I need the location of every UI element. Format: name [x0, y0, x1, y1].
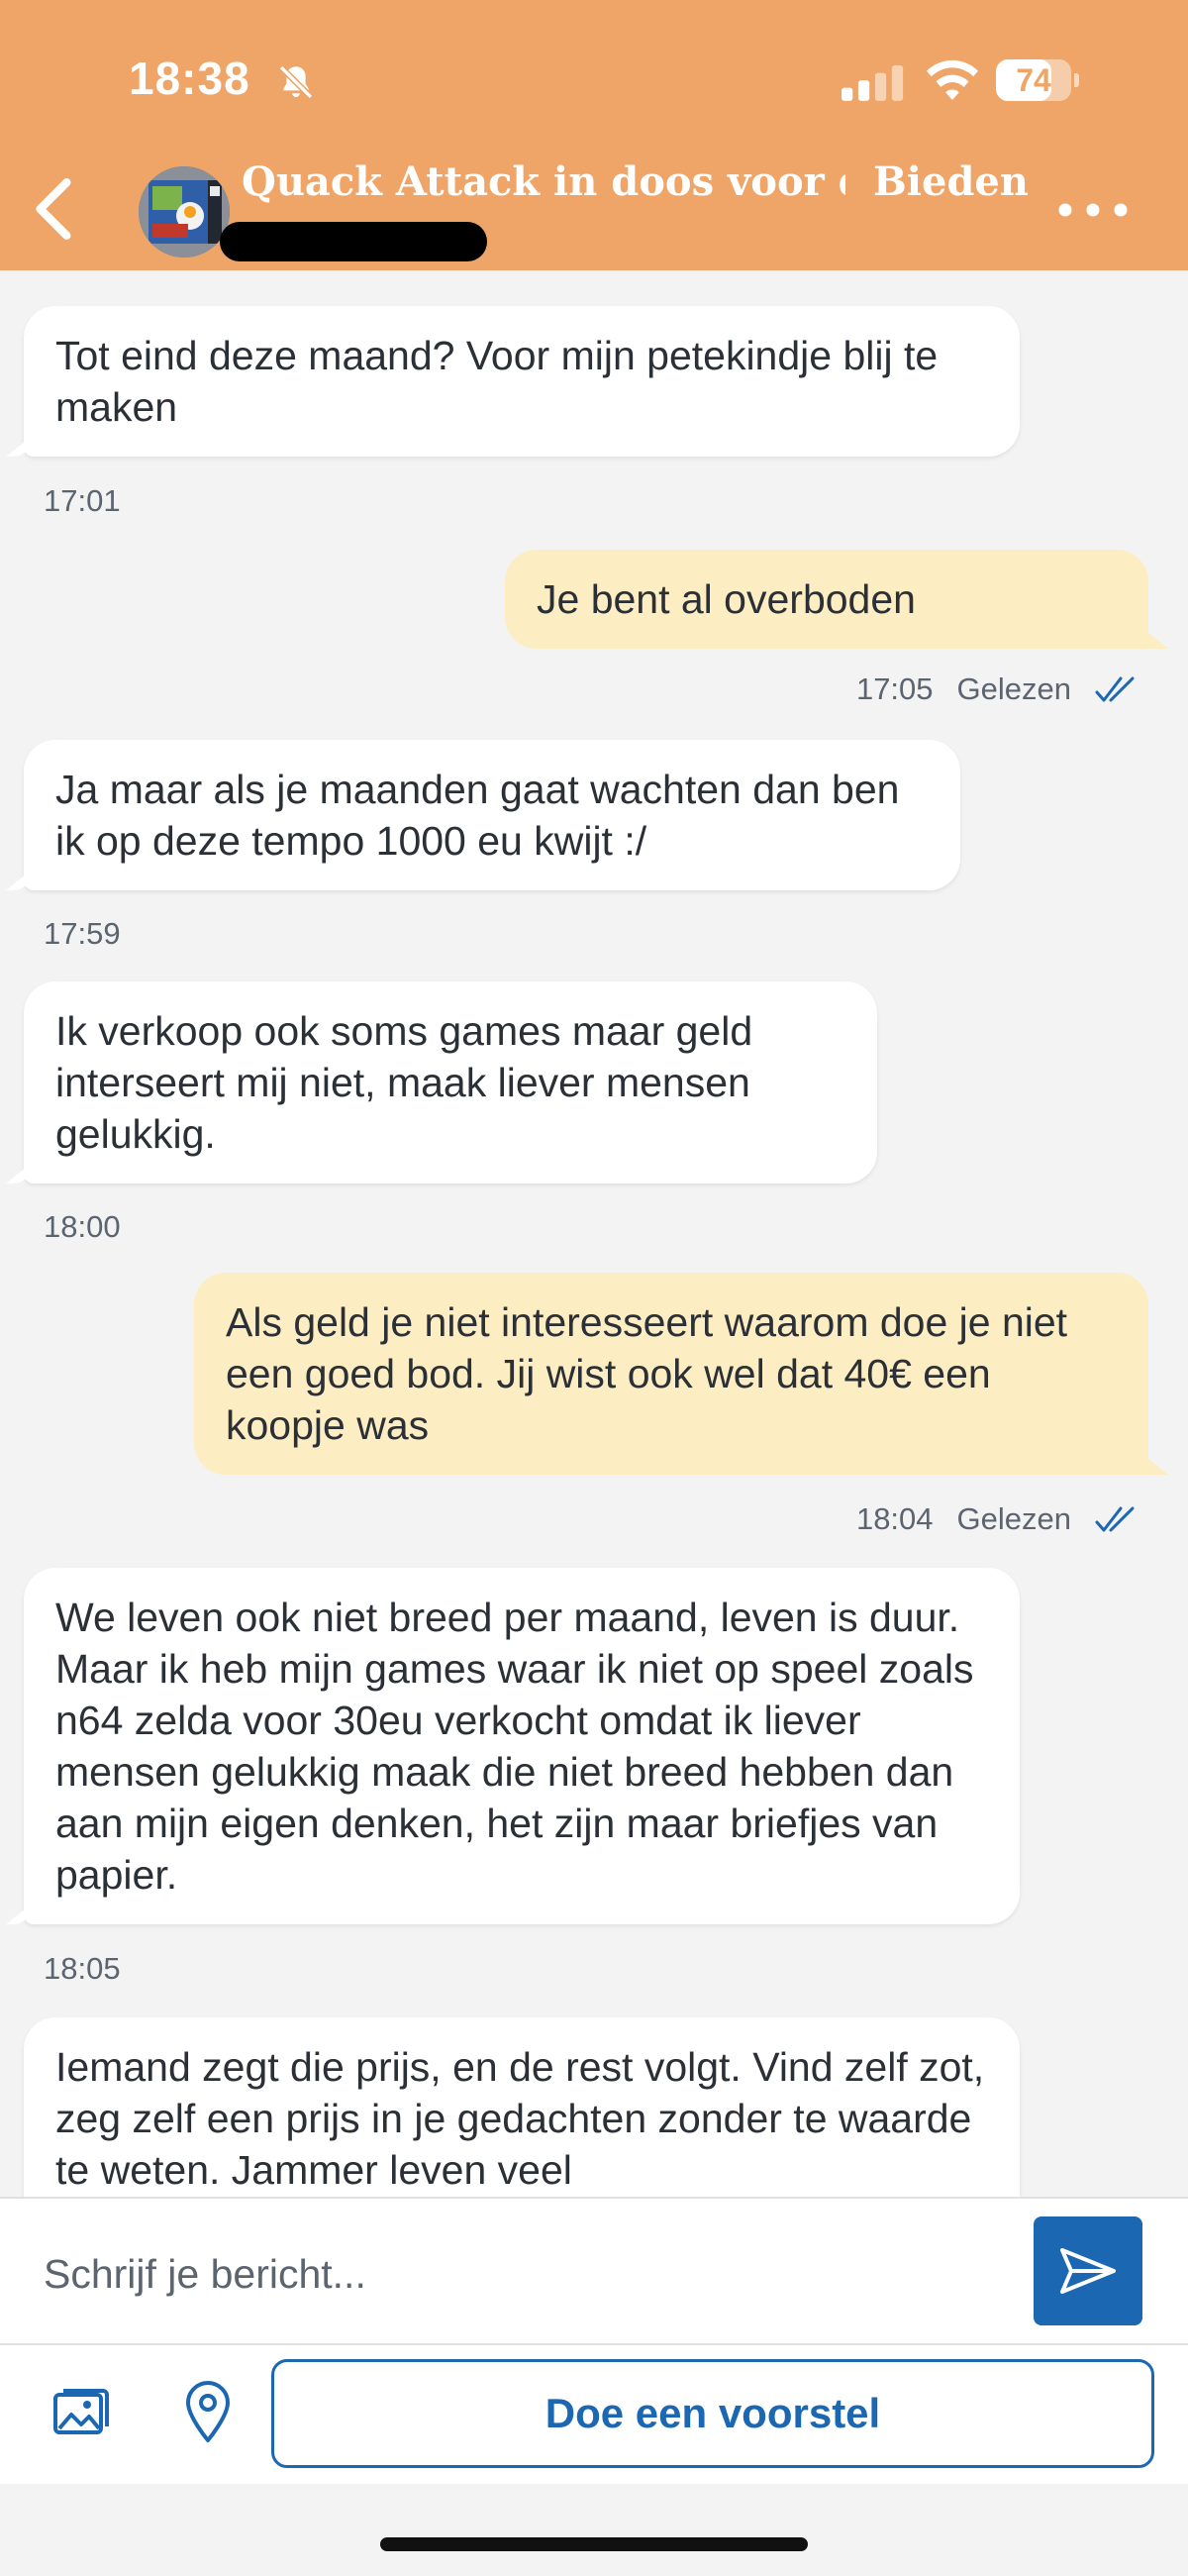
message-time: 18:00	[44, 1209, 121, 1244]
status-bar: 18:38 74	[0, 0, 1188, 158]
cellular-signal-icon	[842, 65, 904, 101]
home-indicator[interactable]	[380, 2537, 808, 2551]
message-text: Je bent al overboden	[537, 576, 916, 622]
message-time: 17:59	[44, 916, 121, 951]
message-meta: 17:05 Gelezen	[856, 671, 1137, 707]
product-thumbnail[interactable]	[139, 166, 230, 258]
read-status: Gelezen	[956, 671, 1071, 706]
message-outgoing: Je bent al overboden	[505, 550, 1148, 649]
message-incoming: Tot eind deze maand? Voor mijn petekindj…	[24, 306, 1020, 457]
message-text: Ik verkoop ook soms games maar geld inte…	[55, 1008, 753, 1157]
message-text: We leven ook niet breed per maand, leven…	[55, 1595, 974, 1898]
make-offer-button[interactable]: Doe een voorstel	[271, 2359, 1154, 2468]
action-bar: Doe een voorstel	[0, 2345, 1188, 2484]
bid-button[interactable]: Bieden	[873, 158, 1029, 205]
message-time: 17:05	[855, 671, 934, 706]
message-list[interactable]: Tot eind deze maand? Voor mijn petekindj…	[0, 270, 1188, 2197]
message-composer	[0, 2197, 1188, 2345]
message-time: 17:01	[44, 483, 121, 518]
wifi-icon	[927, 59, 978, 100]
message-incoming: We leven ook niet breed per maand, leven…	[24, 1568, 1020, 1924]
double-check-icon	[1095, 676, 1135, 702]
battery-level-text: 74	[1016, 62, 1051, 98]
send-button[interactable]	[1034, 2216, 1142, 2325]
home-area	[0, 2484, 1188, 2576]
message-text: Als geld je niet interesseert waarom doe…	[226, 1299, 1068, 1448]
chevron-left-icon[interactable]	[30, 176, 79, 242]
message-time: 18:05	[44, 1951, 121, 1986]
status-time: 18:38	[129, 52, 250, 104]
double-check-icon	[1095, 1506, 1135, 1532]
message-incoming: Iemand zegt die prijs, en de rest volgt.…	[24, 2017, 1020, 2197]
send-icon	[1060, 2248, 1116, 2294]
message-time: 18:04	[855, 1501, 934, 1536]
redacted-username	[220, 222, 487, 261]
location-pin-icon[interactable]	[184, 2379, 232, 2444]
message-text: Ja maar als je maanden gaat wachten dan …	[55, 767, 900, 864]
message-incoming: Ja maar als je maanden gaat wachten dan …	[24, 740, 960, 890]
listing-title[interactable]: Quack Attack in doos voor de...	[242, 158, 845, 205]
bell-slash-icon	[278, 64, 314, 100]
message-text: Iemand zegt die prijs, en de rest volgt.…	[55, 2044, 985, 2193]
message-outgoing: Als geld je niet interesseert waarom doe…	[194, 1273, 1148, 1475]
message-text: Tot eind deze maand? Voor mijn petekindj…	[55, 333, 939, 430]
message-meta: 18:04 Gelezen	[856, 1501, 1137, 1537]
read-status: Gelezen	[956, 1501, 1071, 1536]
message-incoming: Ik verkoop ook soms games maar geld inte…	[24, 981, 877, 1184]
more-dots-icon[interactable]	[1053, 192, 1133, 228]
message-input[interactable]	[44, 2238, 974, 2310]
photo-gallery-icon[interactable]	[51, 2383, 113, 2444]
chat-header: 18:38 74 Quack Attack in doos voor Biede…	[0, 0, 1188, 270]
battery-icon: 74	[996, 59, 1079, 101]
